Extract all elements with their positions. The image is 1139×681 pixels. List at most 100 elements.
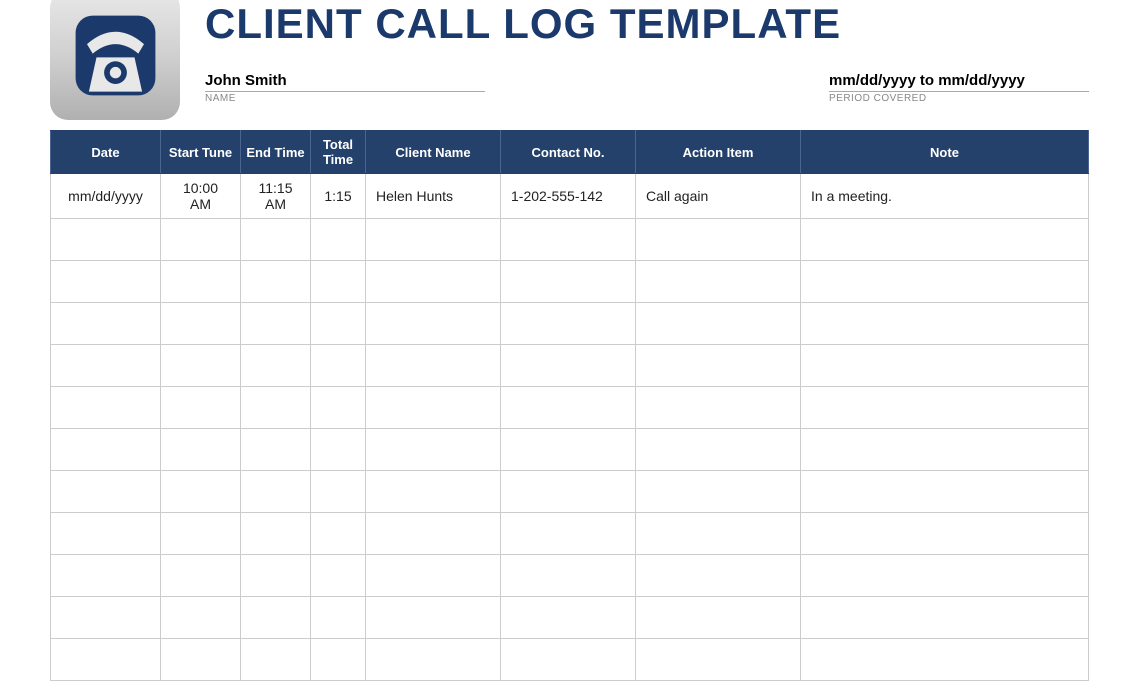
cell-date [51, 597, 161, 639]
table-row [51, 471, 1089, 513]
cell-start [161, 513, 241, 555]
cell-date [51, 429, 161, 471]
table-row [51, 597, 1089, 639]
table-row [51, 261, 1089, 303]
cell-start [161, 303, 241, 345]
cell-date [51, 345, 161, 387]
cell-total [311, 261, 366, 303]
cell-date [51, 639, 161, 681]
cell-total [311, 597, 366, 639]
cell-note [801, 597, 1089, 639]
cell-note [801, 261, 1089, 303]
cell-contact [501, 429, 636, 471]
cell-note [801, 513, 1089, 555]
cell-client [366, 513, 501, 555]
name-label: NAME [205, 91, 485, 104]
table-row [51, 345, 1089, 387]
cell-action [636, 471, 801, 513]
cell-action [636, 345, 801, 387]
cell-client [366, 429, 501, 471]
cell-date [51, 219, 161, 261]
cell-note [801, 219, 1089, 261]
col-header-action: Action Item [636, 131, 801, 174]
cell-action [636, 387, 801, 429]
cell-action [636, 261, 801, 303]
cell-client [366, 345, 501, 387]
cell-end [241, 555, 311, 597]
cell-start [161, 219, 241, 261]
cell-client [366, 387, 501, 429]
cell-note [801, 303, 1089, 345]
cell-contact [501, 345, 636, 387]
cell-start [161, 345, 241, 387]
table-row [51, 303, 1089, 345]
cell-end [241, 513, 311, 555]
cell-client [366, 597, 501, 639]
cell-client: Helen Hunts [366, 174, 501, 219]
cell-action: Call again [636, 174, 801, 219]
cell-contact [501, 639, 636, 681]
cell-total [311, 303, 366, 345]
table-row [51, 639, 1089, 681]
name-value: John Smith [205, 72, 485, 89]
cell-contact [501, 219, 636, 261]
phone-icon [50, 0, 180, 120]
cell-end [241, 597, 311, 639]
cell-note: In a meeting. [801, 174, 1089, 219]
cell-action [636, 555, 801, 597]
col-header-client: Client Name [366, 131, 501, 174]
cell-end [241, 261, 311, 303]
cell-start: 10:00 AM [161, 174, 241, 219]
cell-date [51, 303, 161, 345]
cell-action [636, 219, 801, 261]
cell-contact [501, 597, 636, 639]
cell-start [161, 429, 241, 471]
period-label: PERIOD COVERED [829, 91, 1089, 104]
cell-contact [501, 261, 636, 303]
cell-date [51, 387, 161, 429]
cell-date [51, 513, 161, 555]
name-block: John Smith NAME [205, 72, 485, 104]
cell-contact: 1-202-555-142 [501, 174, 636, 219]
cell-client [366, 639, 501, 681]
cell-end [241, 471, 311, 513]
cell-note [801, 555, 1089, 597]
cell-contact [501, 387, 636, 429]
table-row [51, 429, 1089, 471]
cell-end [241, 219, 311, 261]
cell-note [801, 345, 1089, 387]
table-header: Date Start Tune End Time Total Time Clie… [51, 131, 1089, 174]
col-header-end: End Time [241, 131, 311, 174]
col-header-start: Start Tune [161, 131, 241, 174]
cell-start [161, 387, 241, 429]
period-value: mm/dd/yyyy to mm/dd/yyyy [829, 72, 1089, 89]
cell-total [311, 471, 366, 513]
col-header-note: Note [801, 131, 1089, 174]
cell-note [801, 387, 1089, 429]
cell-end [241, 387, 311, 429]
call-log-table: Date Start Tune End Time Total Time Clie… [50, 130, 1089, 681]
cell-contact [501, 555, 636, 597]
cell-client [366, 261, 501, 303]
cell-contact [501, 513, 636, 555]
cell-end: 11:15 AM [241, 174, 311, 219]
cell-client [366, 555, 501, 597]
table-row [51, 219, 1089, 261]
cell-client [366, 303, 501, 345]
cell-action [636, 639, 801, 681]
col-header-total: Total Time [311, 131, 366, 174]
cell-date [51, 555, 161, 597]
cell-start [161, 597, 241, 639]
cell-note [801, 639, 1089, 681]
cell-client [366, 219, 501, 261]
page-title: CLIENT CALL LOG TEMPLATE [205, 0, 1089, 48]
cell-action [636, 429, 801, 471]
cell-end [241, 345, 311, 387]
cell-total [311, 555, 366, 597]
header-text: CLIENT CALL LOG TEMPLATE John Smith NAME… [205, 0, 1089, 104]
cell-contact [501, 303, 636, 345]
cell-date [51, 471, 161, 513]
meta-row: John Smith NAME mm/dd/yyyy to mm/dd/yyyy… [205, 72, 1089, 104]
cell-start [161, 471, 241, 513]
cell-total [311, 345, 366, 387]
